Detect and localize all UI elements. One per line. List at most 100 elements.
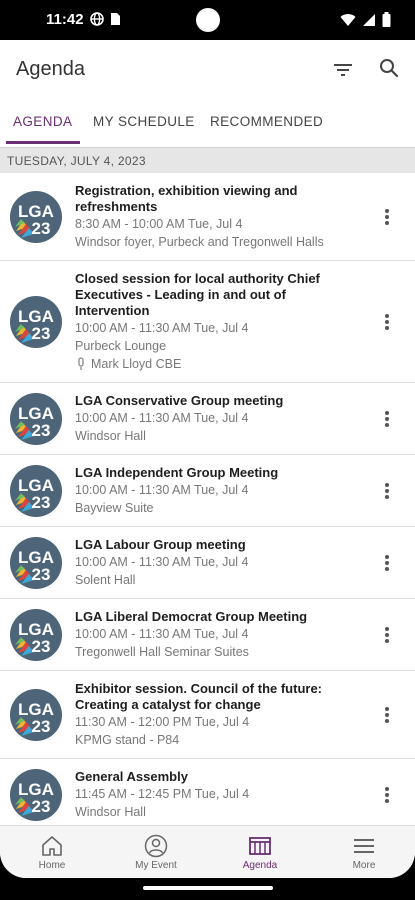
tab-active-indicator <box>6 141 80 144</box>
home-icon <box>42 836 62 856</box>
more-options-icon[interactable] <box>379 481 395 501</box>
session-title: Closed session for local authority Chief <box>75 271 320 286</box>
session-time: 10:00 AM - 11:30 AM Tue, Jul 4 <box>75 321 249 335</box>
logo-text-year: 23 <box>32 565 51 584</box>
nav-home-label: Home <box>38 860 66 871</box>
nav-more[interactable]: More <box>312 826 415 878</box>
wifi-icon <box>340 13 356 26</box>
bottom-navigation: Home My Event Agenda More <box>0 825 415 878</box>
event-logo: LGA 23 <box>10 191 62 243</box>
session-time: 8:30 AM - 10:00 AM Tue, Jul 4 <box>75 217 243 231</box>
session-item[interactable]: LGA 23 General Assembly 11:45 AM - 12:45 PM… <box>0 759 415 825</box>
microphone-icon <box>78 357 84 370</box>
session-time: 11:45 AM - 12:45 PM Tue, Jul 4 <box>75 787 250 801</box>
menu-icon <box>354 839 374 853</box>
session-title: LGA Liberal Democrat Group Meeting <box>75 609 308 624</box>
session-item[interactable]: LGA 23 LGA Conservative Group meeting 10:00… <box>0 383 415 455</box>
phone-frame: 11:42 Agenda AGENDA MY SCHEDULE RECOMMEN… <box>0 0 415 900</box>
person-icon <box>144 834 168 858</box>
tab-bar: AGENDA MY SCHEDULE RECOMMENDED <box>0 100 415 144</box>
logo-text-year: 23 <box>32 797 51 816</box>
logo-text-year: 23 <box>32 219 51 238</box>
session-time: 10:00 AM - 11:30 AM Tue, Jul 4 <box>75 627 249 641</box>
home-indicator <box>143 886 273 890</box>
status-bar: 11:42 <box>0 0 415 40</box>
app-screen: 11:42 Agenda AGENDA MY SCHEDULE RECOMMEN… <box>0 0 415 878</box>
session-title: Executives - Leading in and out of <box>75 287 286 302</box>
session-speaker: Mark Lloyd CBE <box>75 355 371 373</box>
event-logo: LGA 23 <box>10 769 62 821</box>
session-time: 10:00 AM - 11:30 AM Tue, Jul 4 <box>75 483 249 497</box>
event-logo: LGA 23 <box>10 537 62 589</box>
filter-icon[interactable] <box>331 58 355 82</box>
more-options-icon[interactable] <box>379 409 395 429</box>
session-item[interactable]: LGA 23 LGA Liberal Democrat Group Meeting 1… <box>0 599 415 671</box>
session-title: Exhibitor session. Council of the future… <box>75 681 323 696</box>
status-time: 11:42 <box>46 11 84 28</box>
session-location: Windsor Hall <box>75 805 146 819</box>
session-title: Intervention <box>75 303 150 318</box>
battery-icon <box>382 12 391 27</box>
session-title: Creating a catalyst for change <box>75 697 261 712</box>
session-item[interactable]: LGA 23 Closed session for local authority … <box>0 261 415 383</box>
logo-text-year: 23 <box>32 324 51 343</box>
date-header-label: TUESDAY, JULY 4, 2023 <box>7 154 146 168</box>
event-logo: LGA 23 <box>10 465 62 517</box>
date-section-header: TUESDAY, JULY 4, 2023 <box>0 147 415 173</box>
status-system-icons <box>340 12 391 27</box>
session-time: 10:00 AM - 11:30 AM Tue, Jul 4 <box>75 411 249 425</box>
search-icon[interactable] <box>377 56 401 80</box>
more-options-icon[interactable] <box>379 312 395 332</box>
session-location: Windsor Hall <box>75 429 146 443</box>
speaker-name: Mark Lloyd CBE <box>91 357 182 371</box>
more-options-icon[interactable] <box>379 625 395 645</box>
session-item[interactable]: LGA 23 LGA Independent Group Meeting 10:00 … <box>0 455 415 527</box>
logo-text-year: 23 <box>32 493 51 512</box>
more-options-icon[interactable] <box>379 785 395 805</box>
nav-home[interactable]: Home <box>0 826 104 878</box>
session-item[interactable]: LGA 23 Exhibitor session. Council of the f… <box>0 671 415 759</box>
more-options-icon[interactable] <box>379 553 395 573</box>
logo-text-year: 23 <box>32 717 51 736</box>
session-time: 11:30 AM - 12:00 PM Tue, Jul 4 <box>75 715 250 729</box>
session-title: General Assembly <box>75 769 188 784</box>
session-location: Solent Hall <box>75 573 136 587</box>
app-bar: Agenda <box>0 40 415 100</box>
session-title: refreshments <box>75 199 158 214</box>
session-location: Windsor foyer, Purbeck and Tregonwell Ha… <box>75 235 324 249</box>
tab-agenda[interactable]: AGENDA <box>13 114 72 129</box>
calendar-icon <box>249 837 271 855</box>
more-options-icon[interactable] <box>379 705 395 725</box>
event-logo: LGA 23 <box>10 296 62 348</box>
logo-text-year: 23 <box>32 421 51 440</box>
status-notification-icons <box>90 12 121 26</box>
nav-my-event-label: My Event <box>135 860 177 871</box>
globe-icon <box>90 12 104 26</box>
session-title: LGA Labour Group meeting <box>75 537 246 552</box>
more-options-icon[interactable] <box>379 207 395 227</box>
nav-more-label: More <box>352 860 376 871</box>
session-title: LGA Conservative Group meeting <box>75 393 284 408</box>
nav-agenda[interactable]: Agenda <box>208 826 312 878</box>
session-list[interactable]: LGA 23 Registration, exhibition viewing an… <box>0 173 415 825</box>
camera-cutout <box>196 8 220 32</box>
tab-recommended[interactable]: RECOMMENDED <box>210 114 323 129</box>
session-time: 10:00 AM - 11:30 AM Tue, Jul 4 <box>75 555 249 569</box>
logo-text-year: 23 <box>32 637 51 656</box>
session-location: Tregonwell Hall Seminar Suites <box>75 645 249 659</box>
session-location: KPMG stand - P84 <box>75 733 180 747</box>
session-item[interactable]: LGA 23 Registration, exhibition viewing an… <box>0 173 415 261</box>
session-item[interactable]: LGA 23 LGA Labour Group meeting 10:00 AM - … <box>0 527 415 599</box>
sim-card-icon <box>111 13 120 25</box>
event-logo: LGA 23 <box>10 393 62 445</box>
session-title: LGA Independent Group Meeting <box>75 465 279 480</box>
session-location: Purbeck Lounge <box>75 339 167 353</box>
session-location: Bayview Suite <box>75 501 154 515</box>
tab-my-schedule[interactable]: MY SCHEDULE <box>93 114 195 129</box>
signal-icon <box>363 13 375 26</box>
nav-agenda-label: Agenda <box>242 860 278 871</box>
event-logo: LGA 23 <box>10 609 62 661</box>
page-title: Agenda <box>16 58 85 80</box>
event-logo: LGA 23 <box>10 689 62 741</box>
nav-my-event[interactable]: My Event <box>104 826 208 878</box>
